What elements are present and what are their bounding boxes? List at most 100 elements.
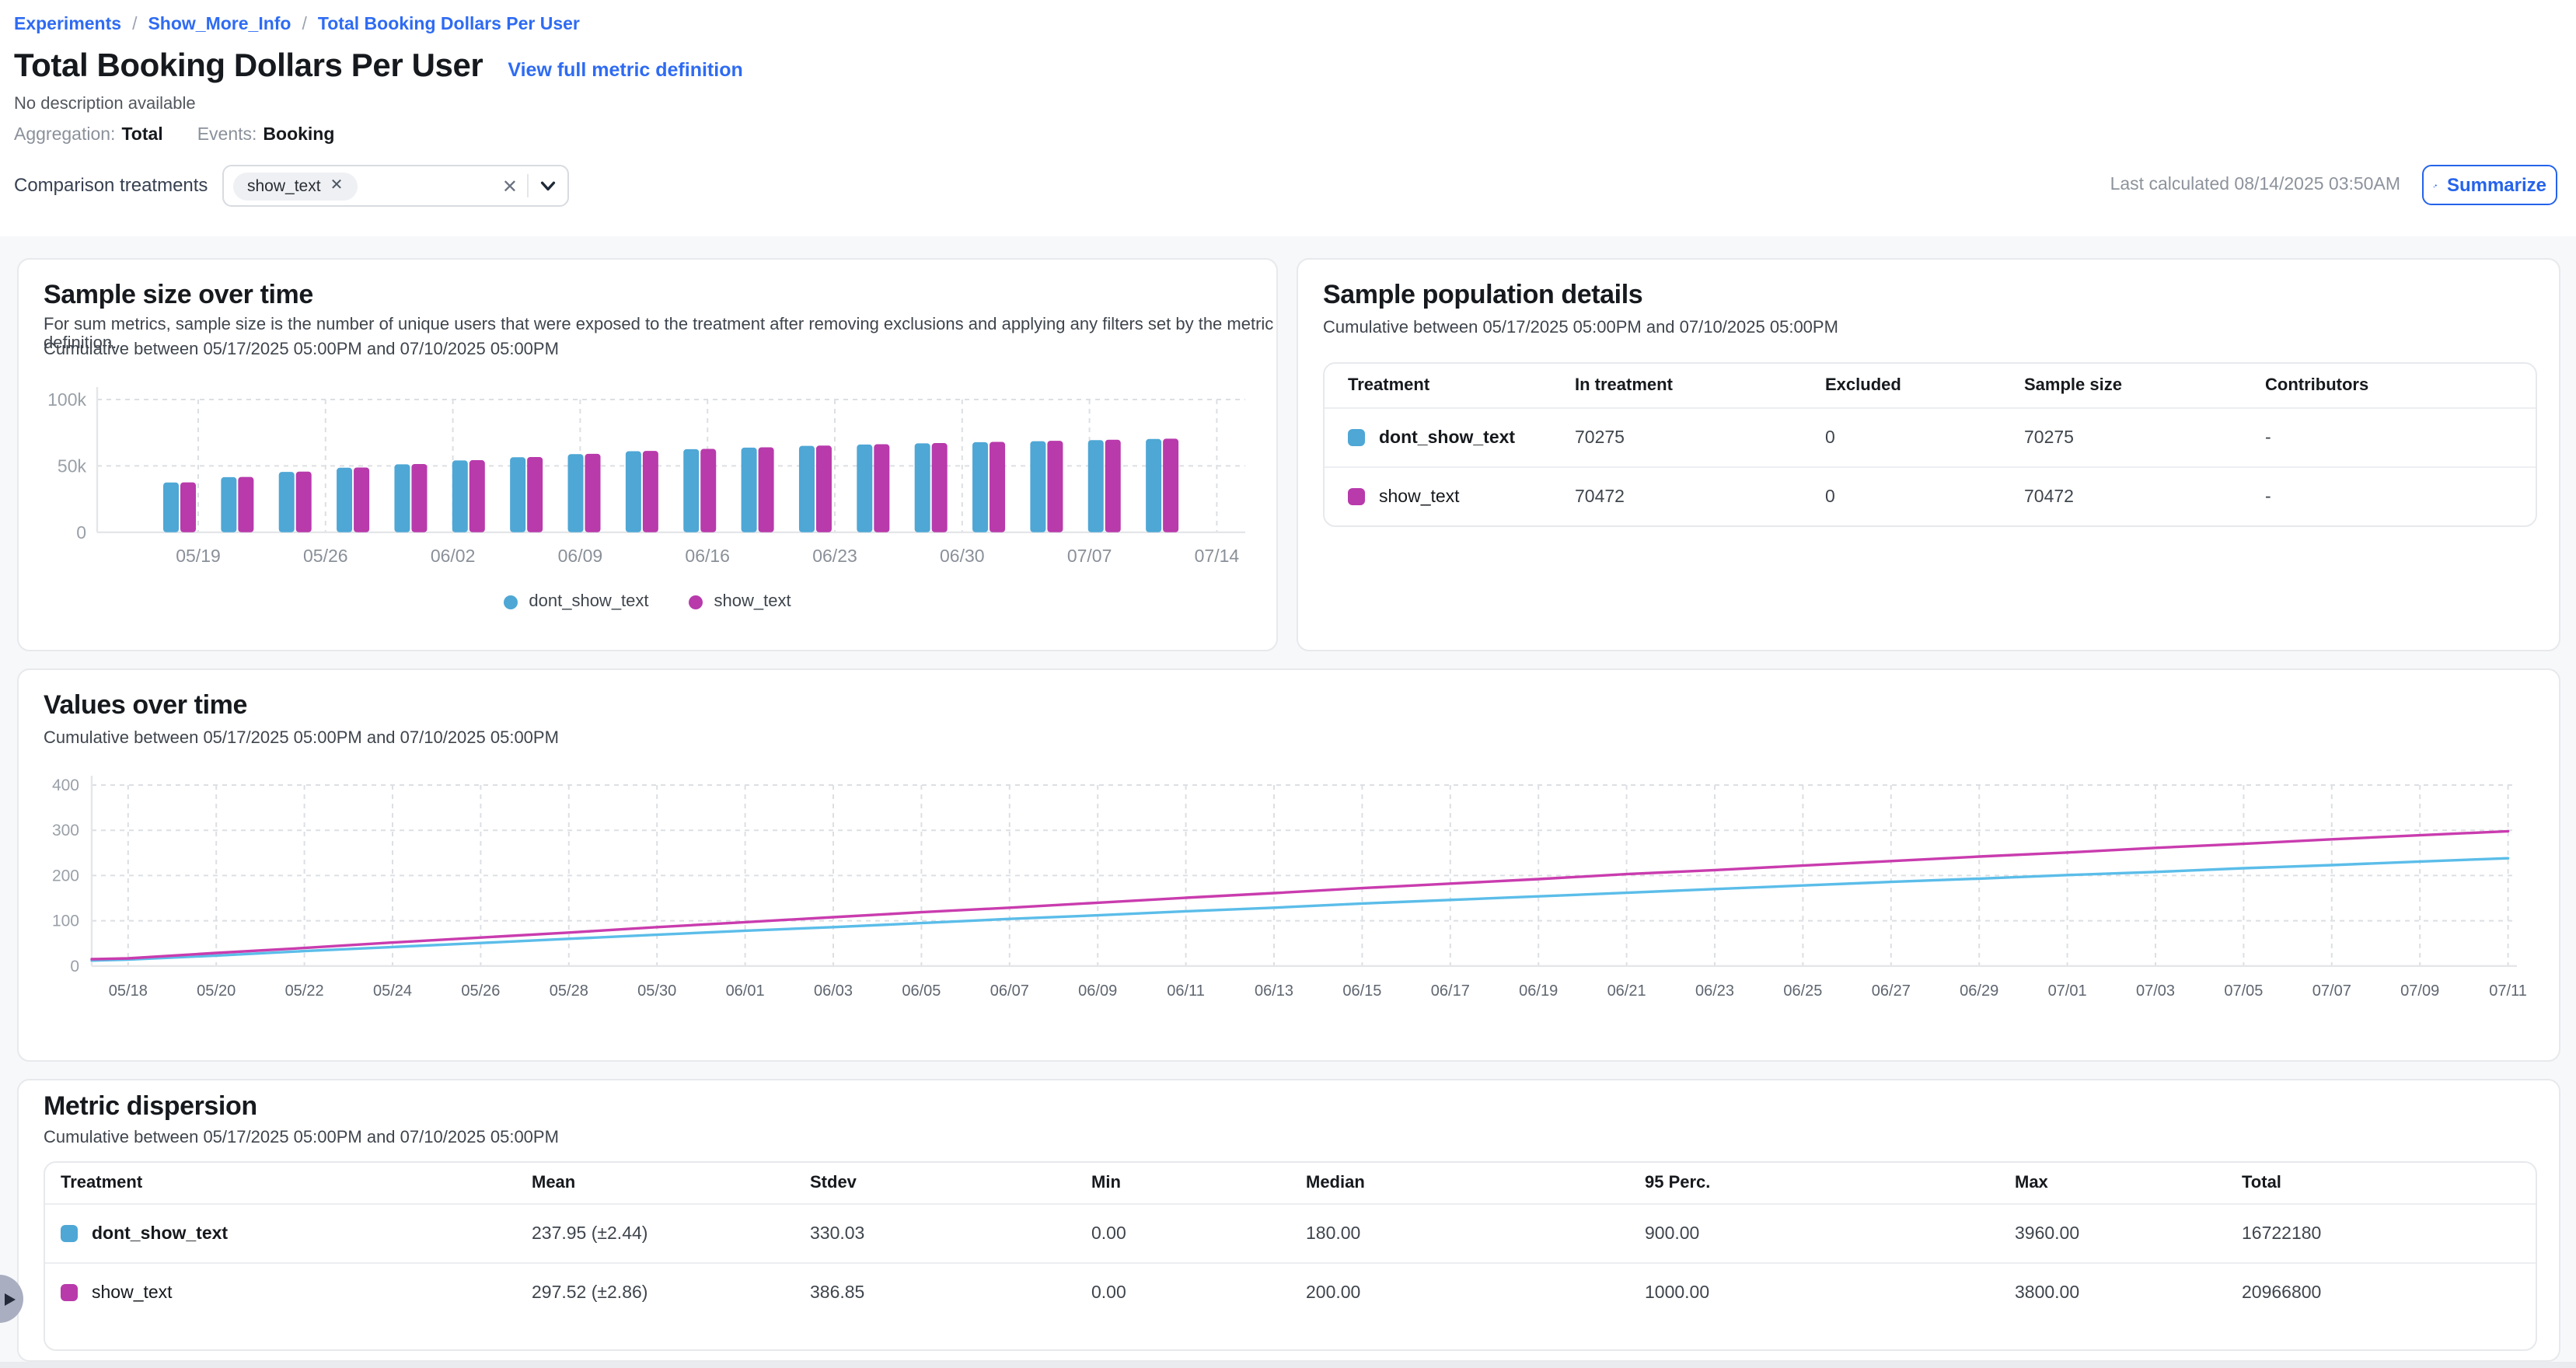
dispersion-subtitle: Cumulative between 05/17/2025 05:00PM an…: [44, 1129, 559, 1147]
bar-dont-show-text[interactable]: [1030, 441, 1045, 532]
svg-text:05/26: 05/26: [461, 982, 500, 1000]
bar-show-text[interactable]: [1105, 440, 1121, 532]
legend-item-show-text[interactable]: show_text: [689, 592, 791, 611]
breadcrumb-experiment-name[interactable]: Show_More_Info: [148, 16, 291, 34]
bar-dont-show-text[interactable]: [1088, 440, 1104, 532]
legend-dot-blue: [504, 595, 518, 609]
dispersion-card: Metric dispersion Cumulative between 05/…: [17, 1079, 2560, 1362]
legend-label: dont_show_text: [529, 592, 648, 611]
bar-show-text[interactable]: [759, 447, 774, 532]
bar-dont-show-text[interactable]: [626, 451, 641, 532]
bar-dont-show-text[interactable]: [510, 457, 525, 532]
legend-item-dont-show-text[interactable]: dont_show_text: [504, 592, 648, 611]
summarize-button[interactable]: Summarize: [2422, 165, 2557, 205]
column-header: Stdev: [810, 1174, 1091, 1192]
table-header-row: TreatmentIn treatmentExcludedSample size…: [1325, 364, 2536, 407]
bar-show-text[interactable]: [238, 477, 253, 532]
population-table: TreatmentIn treatmentExcludedSample size…: [1323, 362, 2537, 527]
bar-show-text[interactable]: [643, 451, 658, 532]
values-line-chart[interactable]: 05/1805/2005/2205/2405/2605/2805/3006/01…: [31, 763, 2550, 1020]
bar-show-text[interactable]: [527, 457, 543, 532]
column-header: Sample size: [2024, 376, 2265, 395]
chevron-right-icon: [4, 1293, 15, 1305]
bar-show-text[interactable]: [1047, 441, 1063, 532]
bar-show-text[interactable]: [585, 454, 601, 532]
population-subtitle: Cumulative between 05/17/2025 05:00PM an…: [1323, 319, 1838, 337]
page-bottom-strip: [0, 1362, 2576, 1368]
table-cell: 16722180: [2242, 1224, 2536, 1243]
bar-dont-show-text[interactable]: [452, 460, 468, 532]
bar-show-text[interactable]: [296, 472, 312, 532]
select-clear-icon[interactable]: ✕: [502, 176, 518, 195]
bar-show-text[interactable]: [990, 441, 1005, 532]
table-cell: -: [2265, 487, 2536, 506]
svg-text:06/03: 06/03: [814, 982, 853, 1000]
metric-description: No description available: [14, 95, 196, 113]
metric-meta: Aggregation:Total Events:Booking: [14, 126, 334, 145]
bar-show-text[interactable]: [816, 445, 832, 532]
breadcrumb-metric-name[interactable]: Total Booking Dollars Per User: [318, 16, 580, 34]
bar-show-text[interactable]: [180, 483, 196, 532]
bar-dont-show-text[interactable]: [337, 468, 352, 532]
svg-text:07/07: 07/07: [1067, 546, 1112, 566]
table-cell: 70472: [1575, 487, 1825, 506]
svg-text:07/09: 07/09: [2400, 982, 2439, 1000]
table-row: dont_show_text70275070275-: [1325, 407, 2536, 466]
chip-close-icon[interactable]: ✕: [330, 178, 344, 194]
treatment-chip[interactable]: show_text ✕: [233, 172, 357, 200]
treatment-chip-label: show_text: [247, 176, 321, 195]
bar-dont-show-text[interactable]: [683, 449, 699, 532]
bar-show-text[interactable]: [354, 467, 369, 532]
treatment-name: dont_show_text: [1379, 428, 1515, 447]
table-cell: 1000.00: [1645, 1283, 2015, 1302]
column-header: Excluded: [1825, 376, 2024, 395]
svg-text:07/05: 07/05: [2224, 982, 2263, 1000]
svg-text:06/05: 06/05: [902, 982, 941, 1000]
bar-show-text[interactable]: [700, 449, 716, 532]
line-show_text[interactable]: [92, 831, 2508, 959]
svg-text:06/16: 06/16: [685, 546, 730, 566]
values-title: Values over time: [44, 690, 247, 721]
table-header-row: TreatmentMeanStdevMinMedian95 Perc.MaxTo…: [45, 1163, 2536, 1203]
line-dont_show_text[interactable]: [92, 858, 2508, 961]
bar-dont-show-text[interactable]: [568, 454, 584, 532]
table-row: dont_show_text237.95 (±2.44)330.030.0018…: [45, 1203, 2536, 1262]
chevron-down-icon[interactable]: [538, 176, 558, 196]
view-metric-definition-link[interactable]: View full metric definition: [508, 59, 742, 81]
treatment-name-cell: show_text: [1348, 487, 1575, 506]
bar-show-text[interactable]: [1163, 438, 1178, 532]
table-cell: 70472: [2024, 487, 2265, 506]
bar-dont-show-text[interactable]: [857, 445, 872, 532]
svg-text:06/02: 06/02: [431, 546, 476, 566]
legend-label: show_text: [714, 592, 791, 611]
top-header: Experiments / Show_More_Info / Total Boo…: [0, 0, 2576, 236]
bar-dont-show-text[interactable]: [972, 442, 988, 532]
bar-dont-show-text[interactable]: [1146, 439, 1161, 532]
comparison-treatments-select[interactable]: show_text ✕ ✕: [222, 165, 569, 207]
page-title: Total Booking Dollars Per User: [14, 48, 483, 86]
svg-text:06/09: 06/09: [558, 546, 603, 566]
svg-text:05/26: 05/26: [303, 546, 348, 566]
column-header: Treatment: [61, 1174, 532, 1192]
breadcrumb-experiments[interactable]: Experiments: [14, 16, 121, 34]
bar-show-text[interactable]: [411, 464, 427, 532]
bar-dont-show-text[interactable]: [799, 446, 815, 532]
bar-dont-show-text[interactable]: [915, 443, 930, 532]
bar-dont-show-text[interactable]: [394, 464, 410, 532]
bar-dont-show-text[interactable]: [742, 448, 757, 532]
comparison-treatments-label: Comparison treatments: [14, 165, 208, 207]
bar-show-text[interactable]: [469, 460, 485, 532]
bar-dont-show-text[interactable]: [279, 472, 295, 532]
bar-dont-show-text[interactable]: [221, 477, 236, 532]
bar-show-text[interactable]: [874, 445, 889, 532]
bar-show-text[interactable]: [932, 443, 948, 532]
sparkles-icon: [2433, 175, 2438, 195]
select-divider: [527, 174, 529, 197]
table-cell: 0.00: [1091, 1283, 1306, 1302]
table-cell: 900.00: [1645, 1224, 2015, 1243]
svg-text:06/30: 06/30: [940, 546, 985, 566]
table-cell: 0: [1825, 428, 2024, 447]
svg-text:05/30: 05/30: [637, 982, 676, 1000]
treatment-name: show_text: [1379, 487, 1460, 506]
bar-dont-show-text[interactable]: [163, 483, 179, 532]
